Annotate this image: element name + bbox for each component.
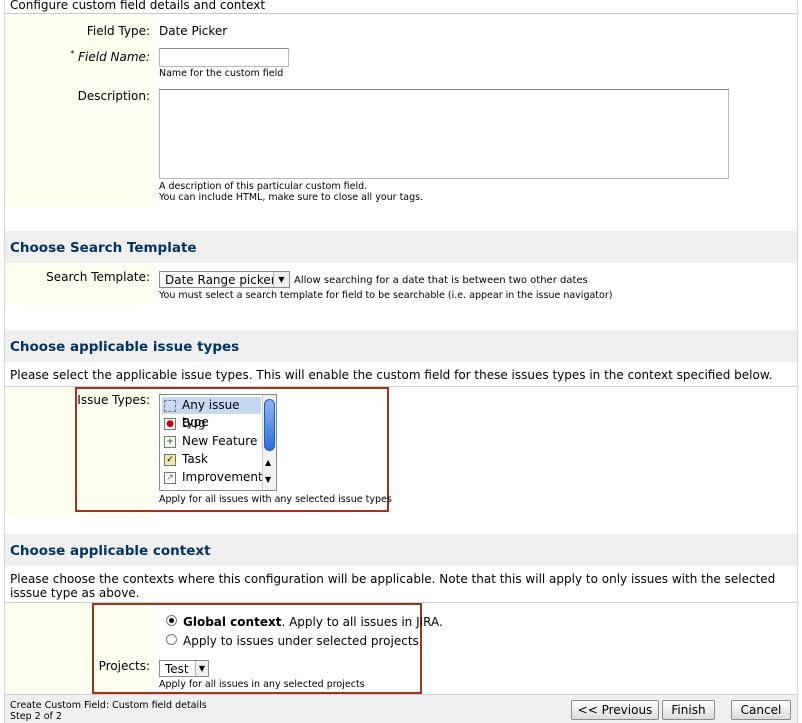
list-item-label: New Feature <box>182 434 258 448</box>
list-item[interactable]: ↗ Improvement <box>162 469 263 486</box>
search-template-heading: Choose Search Template <box>10 240 197 256</box>
search-template-inline-hint: Allow searching for a date that is betwe… <box>294 275 588 286</box>
bug-icon: ● <box>164 418 176 430</box>
description-label: Description: <box>77 89 150 103</box>
field-name-label-wrap: * Field Name: <box>5 49 150 64</box>
search-template-selected: Date Range picker <box>165 273 276 287</box>
improvement-icon: ↗ <box>164 472 176 484</box>
search-template-select[interactable]: Date Range picker ▼ <box>159 271 290 288</box>
cancel-button[interactable]: Cancel <box>731 700 791 720</box>
dialog-footer: Create Custom Field: Custom field detail… <box>5 694 797 723</box>
context-heading: Choose applicable context <box>10 543 211 559</box>
dropdown-arrow-icon[interactable]: ▼ <box>195 661 208 676</box>
global-context-label: Global context. Apply to all issues in J… <box>183 615 443 629</box>
list-item[interactable]: ● Bug <box>162 415 261 432</box>
label-column <box>5 15 155 207</box>
field-name-input[interactable] <box>159 48 289 67</box>
scroll-up-icon[interactable]: ▲ <box>265 458 271 467</box>
task-icon: ✓ <box>164 454 176 466</box>
list-item[interactable]: ✓ Task <box>162 451 261 468</box>
scrollbar-thumb[interactable] <box>264 399 275 451</box>
list-item[interactable]: Any issue type <box>162 397 261 429</box>
selected-projects-radio[interactable] <box>166 634 177 645</box>
search-template-hint: You must select a search template for fi… <box>159 290 613 301</box>
field-type-label: Field Type: <box>86 24 150 38</box>
selected-projects-label: Apply to issues under selected projects <box>183 634 419 648</box>
listbox-scrollbar[interactable]: ▲ ▼ <box>262 395 276 490</box>
finish-button[interactable]: Finish <box>662 700 715 720</box>
context-section-header: Choose applicable context <box>5 534 797 566</box>
search-template-label: Search Template: <box>46 270 150 284</box>
global-context-radio[interactable] <box>166 615 177 626</box>
issue-types-intro: Please select the applicable issue types… <box>10 368 773 382</box>
previous-button[interactable]: << Previous <box>571 700 659 720</box>
issue-types-listbox[interactable]: Any issue type ● Bug + New Feature ✓ Tas… <box>159 394 277 491</box>
list-item-label: Task <box>182 452 208 466</box>
dialog-title: Configure custom field details and conte… <box>10 0 266 12</box>
any-issue-type-icon <box>164 400 176 412</box>
projects-hint: Apply for all issues in any selected pro… <box>159 679 365 690</box>
search-template-section-header: Choose Search Template <box>5 231 797 263</box>
issue-types-hint: Apply for all issues with any selected i… <box>159 494 392 505</box>
scroll-down-icon[interactable]: ▼ <box>265 475 271 484</box>
list-item[interactable]: + New Feature <box>162 433 261 450</box>
projects-label: Projects: <box>98 659 150 673</box>
dialog-header: Configure custom field details and conte… <box>5 0 797 14</box>
description-hint-2: You can include HTML, make sure to close… <box>159 192 424 203</box>
description-textarea[interactable] <box>159 89 729 179</box>
dialog-frame: Configure custom field details and conte… <box>4 0 798 723</box>
projects-select[interactable]: Test ▼ <box>159 660 209 677</box>
description-hint-1: A description of this particular custom … <box>159 181 368 192</box>
field-type-value: Date Picker <box>159 24 228 38</box>
list-item-label: Improvement <box>182 470 263 484</box>
footer-step: Step 2 of 2 <box>10 711 62 722</box>
projects-selected: Test <box>165 662 189 676</box>
field-name-hint: Name for the custom field <box>159 68 284 79</box>
global-context-bold: Global context <box>183 615 282 629</box>
issue-types-heading: Choose applicable issue types <box>10 339 240 355</box>
new-feature-icon: + <box>164 436 176 448</box>
context-intro: Please choose the contexts where this co… <box>10 572 776 600</box>
footer-title: Create Custom Field: Custom field detail… <box>10 700 207 711</box>
field-name-label: Field Name: <box>78 50 150 64</box>
list-item-label: Bug <box>182 416 206 430</box>
issue-types-label: Issue Types: <box>77 393 150 407</box>
global-context-text: . Apply to all issues in JIRA. <box>281 615 443 629</box>
required-marker: * <box>70 49 75 58</box>
dropdown-arrow-icon[interactable]: ▼ <box>273 272 289 287</box>
issue-types-section-header: Choose applicable issue types <box>5 330 797 362</box>
